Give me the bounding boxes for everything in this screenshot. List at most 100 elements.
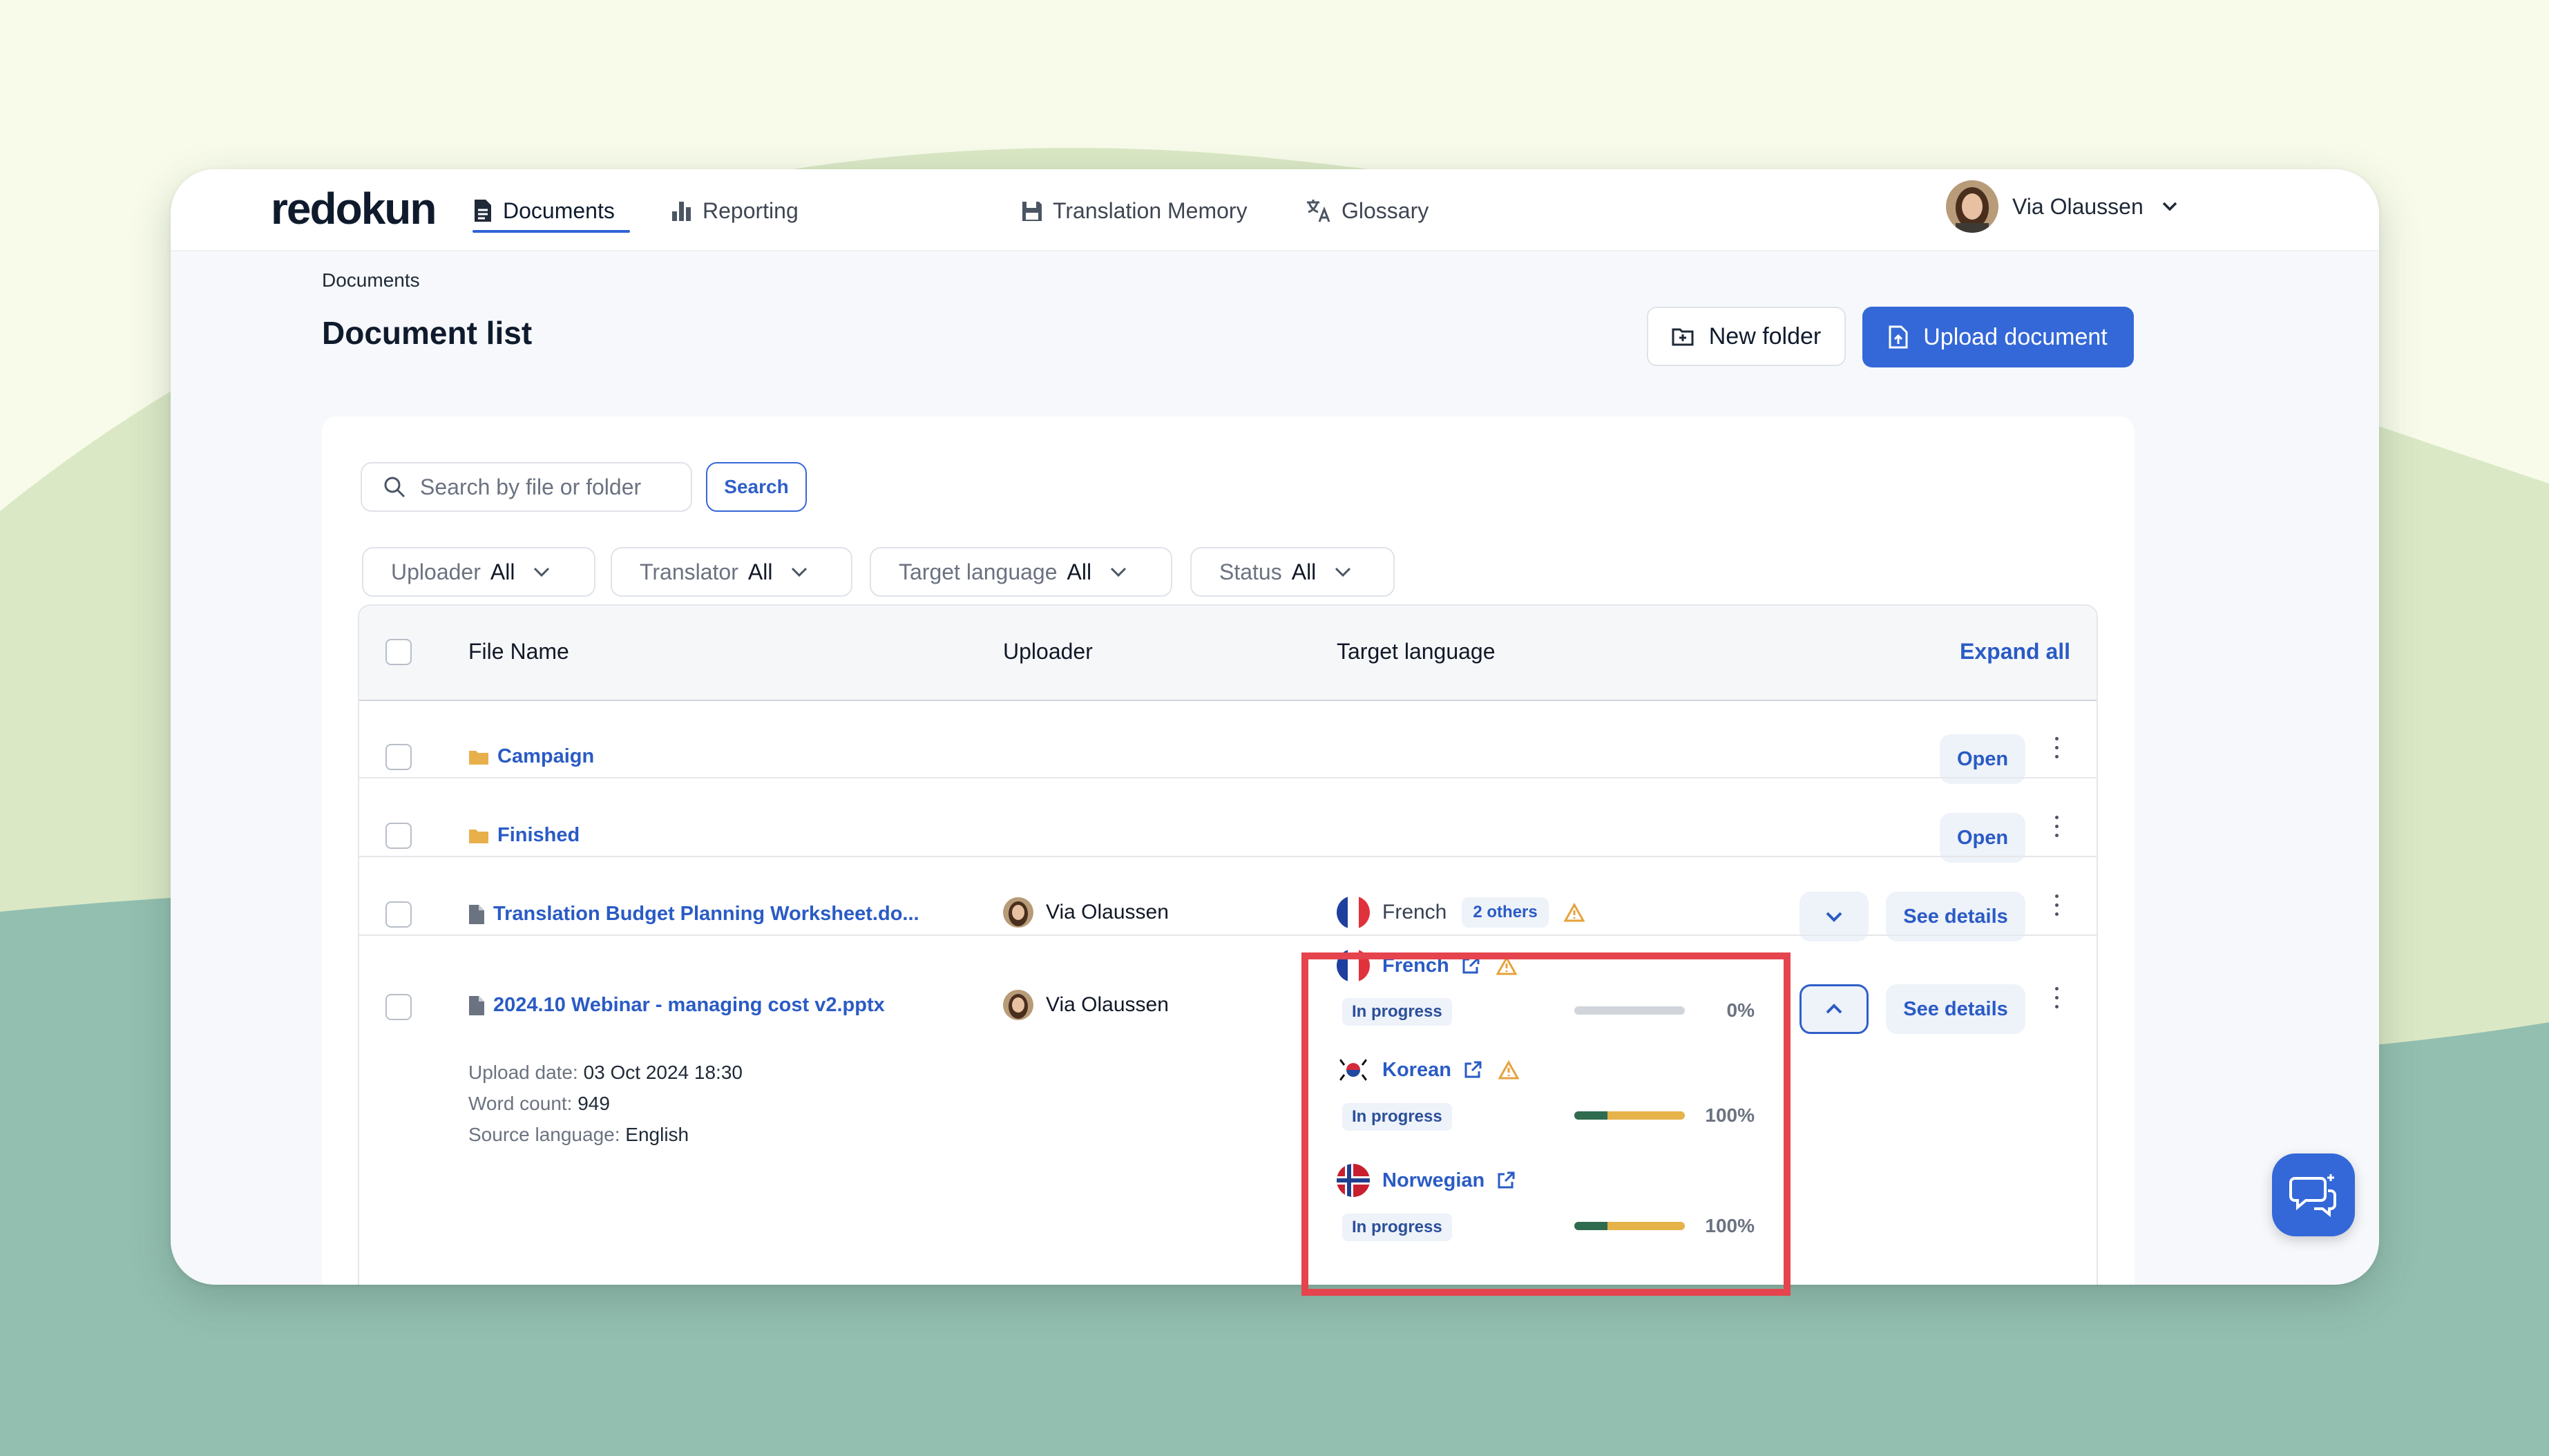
filter-target-language-value: All — [1067, 559, 1092, 584]
row-checkbox[interactable] — [385, 744, 412, 770]
avatar — [1946, 180, 1998, 233]
row-divider — [359, 856, 2097, 857]
expand-all-link[interactable]: Expand all — [1960, 639, 2070, 664]
chevron-up-icon — [1826, 1004, 1842, 1014]
new-folder-label: New folder — [1708, 323, 1822, 349]
upload-date: Upload date: 03 Oct 2024 18:30 — [468, 1062, 743, 1083]
file-link-webinar[interactable]: 2024.10 Webinar - managing cost v2.pptx — [468, 994, 885, 1017]
row-menu-icon[interactable] — [2053, 816, 2060, 843]
collapse-row-button[interactable] — [1799, 984, 1869, 1034]
new-folder-icon — [1672, 328, 1694, 346]
chevron-down-icon — [1111, 567, 1127, 577]
chevron-down-icon — [1335, 567, 1351, 577]
target-language-cell: French 2 others — [1337, 896, 1585, 929]
page-title: Document list — [322, 315, 533, 351]
user-name: Via Olaussen — [2012, 193, 2144, 219]
filter-uploader-value: All — [490, 559, 515, 584]
nav-reporting-label: Reporting — [703, 198, 799, 223]
table-header: File Name Uploader Target language Expan… — [359, 606, 2097, 701]
file-icon — [469, 995, 484, 1015]
avatar — [1003, 990, 1033, 1020]
nav-translation-memory-label: Translation Memory — [1053, 198, 1248, 223]
filter-uploader[interactable]: Uploader All — [362, 547, 595, 597]
row-menu-icon[interactable] — [2053, 737, 2060, 765]
uploader-name: Via Olaussen — [1046, 901, 1169, 923]
filter-uploader-label: Uploader — [391, 559, 481, 584]
chevron-down-icon — [792, 567, 808, 577]
source-language: Source language: English — [468, 1124, 689, 1145]
logo[interactable]: redokun — [271, 183, 437, 234]
new-folder-button[interactable]: New folder — [1647, 307, 1846, 366]
file-link-budget[interactable]: Translation Budget Planning Worksheet.do… — [468, 903, 919, 926]
row-checkbox[interactable] — [385, 823, 412, 849]
memory-icon — [1022, 202, 1042, 221]
filter-translator-label: Translator — [640, 559, 738, 584]
nav-glossary[interactable]: Glossary — [1306, 190, 1429, 231]
document-icon — [475, 200, 491, 222]
file-name: 2024.10 Webinar - managing cost v2.pptx — [493, 994, 885, 1016]
warning-icon — [1563, 903, 1585, 922]
header-target-language[interactable]: Target language — [1337, 639, 1496, 664]
bar-chart-icon — [672, 202, 691, 221]
breadcrumb[interactable]: Documents — [322, 269, 420, 291]
others-badge[interactable]: 2 others — [1462, 897, 1549, 928]
user-menu[interactable]: Via Olaussen — [1946, 179, 2178, 234]
select-all-checkbox[interactable] — [385, 639, 412, 665]
nav-documents[interactable]: Documents — [472, 190, 615, 231]
nav-translation-memory[interactable]: Translation Memory — [1021, 190, 1248, 231]
folder-icon — [469, 829, 488, 843]
search-icon — [384, 477, 405, 498]
folder-name: Campaign — [497, 745, 595, 767]
folder-link-finished[interactable]: Finished — [468, 824, 580, 847]
word-count: Word count: 949 — [468, 1093, 610, 1114]
upload-document-label: Upload document — [1923, 323, 2108, 350]
filter-translator[interactable]: Translator All — [611, 547, 852, 597]
documents-table: File Name Uploader Target language Expan… — [358, 604, 2098, 1285]
row-menu-icon[interactable] — [2053, 987, 2060, 1015]
filter-translator-value: All — [747, 559, 773, 584]
upload-file-icon — [1889, 325, 1908, 349]
top-navigation: redokun Documents Reporting Translation … — [171, 169, 2379, 251]
chat-support-button[interactable] — [2272, 1153, 2355, 1236]
row-checkbox[interactable] — [385, 994, 412, 1020]
chevron-down-icon — [1826, 912, 1842, 922]
highlight-box — [1301, 952, 1791, 1296]
folder-link-campaign[interactable]: Campaign — [468, 745, 594, 768]
filter-target-language-label: Target language — [899, 559, 1058, 584]
uploader-cell: Via Olaussen — [1003, 897, 1169, 928]
filter-target-language[interactable]: Target language All — [870, 547, 1172, 597]
row-divider — [359, 935, 2097, 936]
nav-reporting[interactable]: Reporting — [671, 190, 799, 231]
row-divider — [359, 777, 2097, 778]
nav-glossary-label: Glossary — [1342, 198, 1429, 223]
app-window: redokun Documents Reporting Translation … — [171, 169, 2379, 1285]
filter-status-label: Status — [1219, 559, 1282, 584]
nav-documents-label: Documents — [503, 198, 615, 223]
avatar — [1003, 897, 1033, 928]
row-checkbox[interactable] — [385, 901, 412, 928]
filter-status[interactable]: Status All — [1190, 547, 1395, 597]
header-uploader[interactable]: Uploader — [1003, 639, 1093, 664]
uploader-name: Via Olaussen — [1046, 993, 1169, 1016]
file-name: Translation Budget Planning Worksheet.do… — [493, 903, 919, 925]
nav-active-indicator — [472, 230, 630, 233]
filter-status-value: All — [1291, 559, 1317, 584]
france-flag-icon — [1337, 896, 1370, 929]
chevron-down-icon — [2162, 202, 2177, 211]
upload-document-button[interactable]: Upload document — [1862, 307, 2134, 367]
language-name: French — [1382, 901, 1447, 923]
file-icon — [469, 904, 484, 924]
uploader-cell: Via Olaussen — [1003, 990, 1169, 1020]
search-input[interactable]: Search by file or folder — [361, 462, 692, 512]
search-button[interactable]: Search — [706, 462, 807, 512]
chevron-down-icon — [534, 567, 550, 577]
folder-icon — [469, 750, 488, 765]
row-menu-icon[interactable] — [2053, 894, 2060, 922]
translate-icon — [1307, 200, 1330, 222]
see-details-button[interactable]: See details — [1886, 984, 2025, 1034]
documents-panel: Search by file or folder Search Uploader… — [322, 416, 2135, 1285]
header-file-name[interactable]: File Name — [468, 639, 569, 664]
folder-name: Finished — [497, 824, 580, 846]
search-placeholder: Search by file or folder — [420, 474, 642, 499]
chat-icon — [2289, 1174, 2336, 1217]
